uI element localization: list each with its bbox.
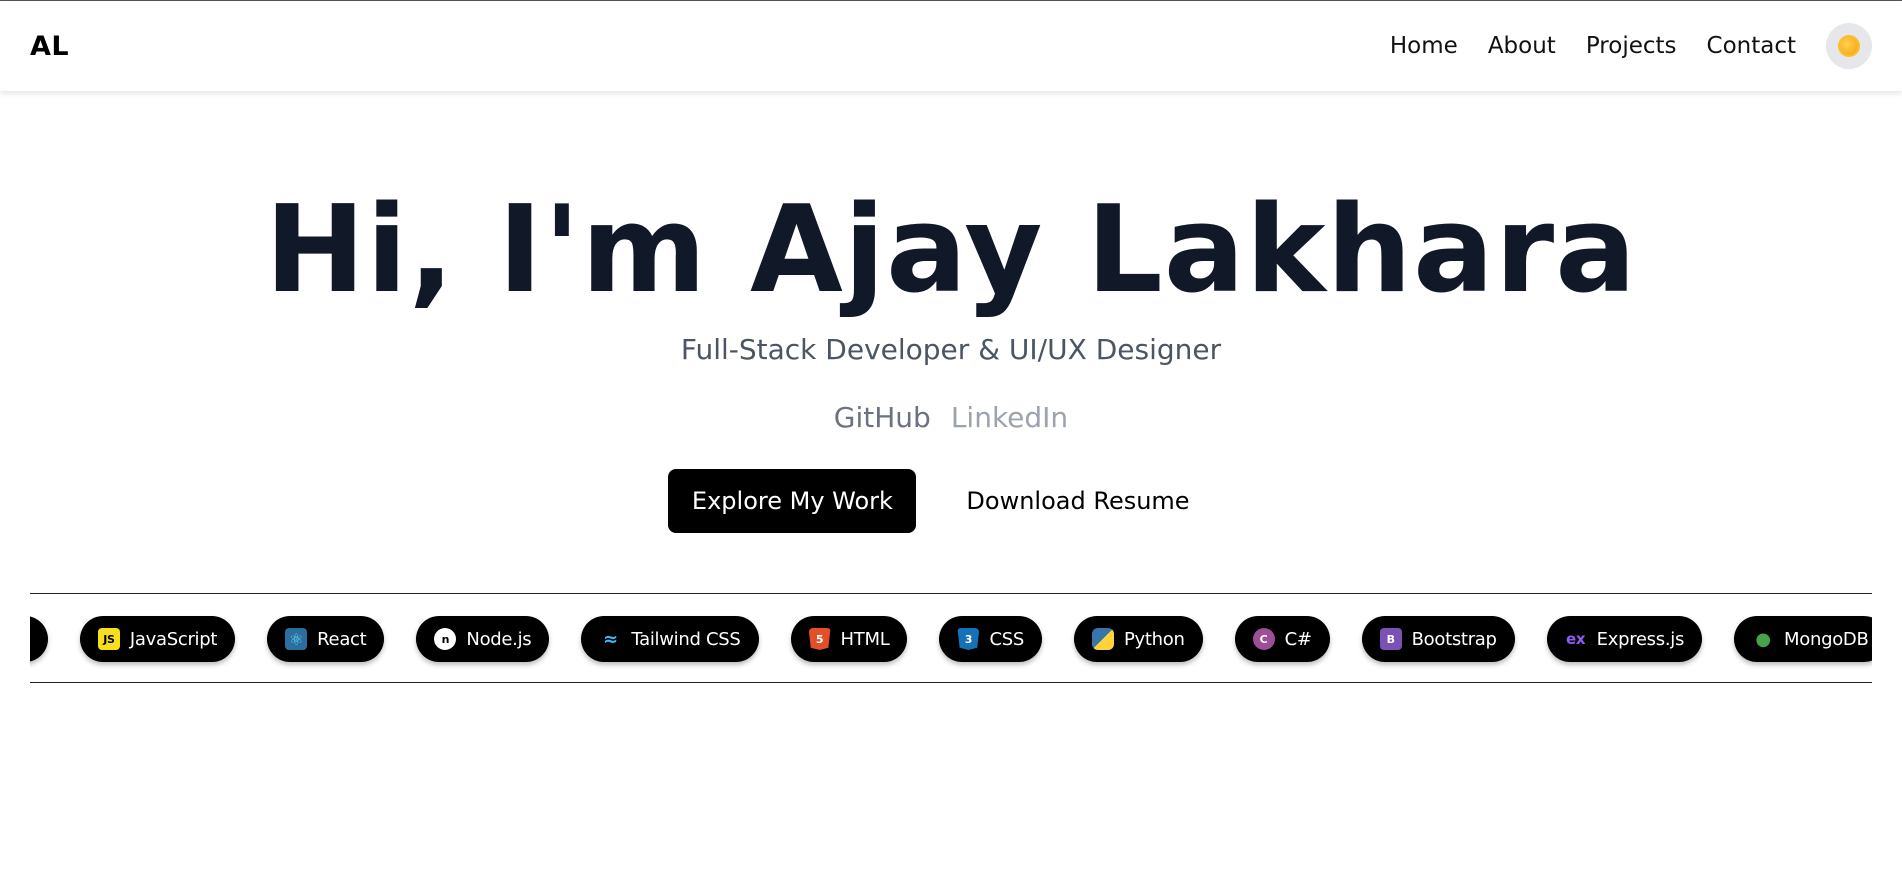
skill-pill: B Bootstrap	[1361, 616, 1515, 662]
github-link[interactable]: GitHub	[834, 401, 931, 434]
skill-pill: C C#	[1234, 616, 1330, 662]
skill-pill: ◆de	[30, 616, 48, 662]
skill-label: React	[317, 628, 367, 650]
skill-label: HTML	[840, 628, 890, 650]
skill-pill: ● MongoDB	[1734, 616, 1872, 662]
skill-label: CSS	[989, 628, 1024, 650]
skill-label: JavaScript	[129, 628, 218, 650]
skills-track: ◆de JS JavaScript ⚛ React n Node.js ≈ Tailwind C…	[30, 616, 1872, 662]
skill-pill: ≈ Tailwind CSS	[581, 616, 759, 662]
hero-subtitle: Full-Stack Developer & UI/UX Designer	[680, 333, 1222, 366]
skill-pill: 5 HTML	[790, 616, 908, 662]
mongodb-icon: ●	[1755, 628, 1771, 650]
linkedin-link[interactable]: LinkedIn	[951, 401, 1068, 434]
skills-marquee: ◆de JS JavaScript ⚛ React n Node.js ≈ Tailwind C…	[30, 593, 1872, 683]
skill-label: MongoDB	[1784, 628, 1869, 650]
javascript-icon: JS	[97, 628, 120, 650]
python-icon: ●	[1091, 628, 1114, 650]
skill-label: Express.js	[1596, 628, 1685, 650]
navbar: AL Home About Projects Contact	[0, 1, 1902, 91]
skill-label: Node.js	[466, 628, 532, 650]
skill-label: Python	[1123, 628, 1185, 650]
nav-link-contact[interactable]: Contact	[1707, 33, 1796, 59]
cta-buttons: Explore My Work Download Resume	[0, 469, 1902, 533]
tailwind-icon: ≈	[602, 628, 618, 650]
skill-label: C#	[1284, 628, 1312, 650]
nav-link-home[interactable]: Home	[1390, 33, 1458, 59]
express-icon: ex	[1566, 630, 1586, 648]
html-icon: 5	[808, 628, 831, 650]
theme-toggle-button[interactable]	[1826, 23, 1872, 69]
hero-title: Hi, I'm Ajay Lakhara	[264, 181, 1638, 320]
nav-link-about[interactable]: About	[1488, 33, 1556, 59]
skill-label: Bootstrap	[1411, 628, 1497, 650]
social-links: GitHub LinkedIn	[0, 401, 1902, 434]
skill-pill: JS JavaScript	[79, 616, 236, 662]
bootstrap-icon: B	[1379, 628, 1402, 650]
download-resume-button[interactable]: Download Resume	[966, 487, 1189, 515]
explore-work-button[interactable]: Explore My Work	[668, 469, 917, 533]
skill-pill: n Node.js	[416, 616, 550, 662]
skill-pill: ex Express.js	[1546, 616, 1703, 662]
skill-pill: ⚛ React	[267, 616, 385, 662]
csharp-icon: C	[1252, 628, 1275, 650]
site-logo[interactable]: AL	[30, 31, 69, 62]
css-icon: 3	[957, 628, 980, 650]
nodejs-icon: n	[434, 628, 457, 650]
sun-icon	[1840, 37, 1858, 55]
nav-link-projects[interactable]: Projects	[1586, 33, 1677, 59]
skill-label: Tailwind CSS	[631, 628, 741, 650]
skill-pill: ● Python	[1073, 616, 1203, 662]
skill-pill: 3 CSS	[939, 616, 1042, 662]
nav-menu: Home About Projects Contact	[1390, 23, 1872, 69]
react-icon: ⚛	[285, 628, 308, 650]
